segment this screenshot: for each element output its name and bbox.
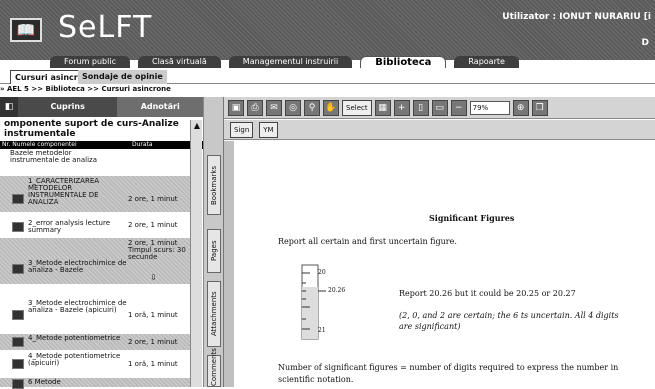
tube-label: 20 [318, 269, 326, 276]
user-sub[interactable]: D [642, 38, 649, 48]
tab-rapoarte[interactable]: Rapoarte [454, 56, 519, 68]
course-title: omponente suport de curs-Analize instrum… [0, 117, 203, 141]
item-duration: 2 ore, 1 minut [128, 195, 178, 203]
item-name: 2_error analysis lecture summary [28, 219, 111, 234]
pdf-side-tabs: Bookmarks Pages Attachments Comments [204, 97, 224, 387]
list-item[interactable]: 6 Metode [0, 378, 190, 389]
print-icon[interactable]: ⎙ [247, 99, 263, 116]
lesson-icon [12, 222, 24, 232]
document-line: (2, 0, and 2 are certain; the 6 ts uncer… [399, 311, 619, 320]
tube-label: 20.26 [328, 287, 346, 294]
subtab-bar: Cursuri asincrone Sondaje de opinie [0, 68, 655, 84]
lesson-icon [12, 379, 24, 389]
item-duration: 2 ore, 1 minut [128, 221, 178, 229]
snapshot-icon[interactable]: ▦ [374, 99, 391, 116]
lesson-icon [12, 337, 24, 347]
select-tool-button[interactable]: Select [342, 99, 372, 116]
pdf-toolbar: ▣ ⎙ ✉ ◎ ⚲ ✋ Select ▦ + ▯ ▭ − 79% ⊕ ❐ [224, 97, 655, 119]
pdf-toolbar-secondary: Sign YM [224, 120, 655, 140]
col-name-header: Nr. Numele componentei [2, 141, 77, 148]
item-name: Bazele metodelor instrumentale de analiz… [10, 149, 98, 164]
tab-adnotari[interactable]: Adnotări [117, 97, 203, 117]
list-item[interactable]: Bazele metodelor instrumentale de analiz… [0, 150, 190, 174]
document-line: scientific notation. [278, 375, 354, 384]
list-item[interactable]: 4_Metode potentiometrice 2 ore, 1 minut [0, 334, 190, 350]
scroll-up-icon[interactable]: ▲ [191, 120, 203, 132]
header-bar: 📖 SeLFT Utilizator : IONUT NURARIU [i D [0, 0, 655, 60]
item-name: 1_CARACTERIZAREA METODELOR INSTRUMENTALE… [28, 177, 100, 206]
zoom-field[interactable]: 79% [469, 100, 510, 115]
email-icon[interactable]: ✉ [266, 99, 282, 116]
list-item[interactable]: 1_CARACTERIZAREA METODELOR INSTRUMENTALE… [0, 176, 190, 212]
fit-width-icon[interactable]: ▭ [431, 99, 448, 116]
tab-biblioteca[interactable]: Biblioteca [360, 56, 447, 68]
sign-button[interactable]: Sign [230, 121, 254, 138]
list-item[interactable]: 3_Metode electrochimice de analiza - Baz… [0, 238, 190, 284]
share-icon[interactable]: ◎ [285, 99, 301, 116]
document-title: Significant Figures [429, 213, 515, 223]
side-tab-comments[interactable]: Comments [207, 348, 221, 387]
item-name: 4_Metode potentiometrice (apicuiri) [28, 352, 121, 367]
item-name: 4_Metode potentiometrice [28, 334, 121, 342]
item-duration: 1 oră, 1 minut [128, 360, 178, 368]
panel-scrollbar[interactable]: ▲ [190, 120, 202, 387]
document-page: Significant Figures Report all certain a… [234, 141, 655, 387]
lesson-icon [12, 264, 24, 274]
column-headers: Nr. Numele componentei Durata [0, 141, 203, 149]
fit-page-icon[interactable]: ▯ [412, 99, 429, 116]
lesson-icon [12, 359, 24, 369]
item-duration: 2 ore, 1 minut Timpul scurs: 30 secunde [128, 239, 186, 261]
pages-icon[interactable]: ❐ [531, 99, 548, 116]
tube-label: 21 [318, 327, 326, 334]
subtab-sondaje-de-opinie[interactable]: Sondaje de opinie [78, 70, 167, 84]
item-name: 6 Metode [28, 378, 61, 386]
main-nav: Forum public Clasă virtuală Managementul… [50, 56, 519, 68]
document-line: Number of significant figures = number o… [278, 363, 619, 372]
zoom-in-icon[interactable]: + [393, 99, 410, 116]
tab-clasa-virtuala[interactable]: Clasă virtuală [137, 56, 221, 68]
side-tab-bookmarks[interactable]: Bookmarks [207, 155, 221, 215]
book-icon: 📖 [10, 18, 42, 42]
list-item[interactable]: 4_Metode potentiometrice (apicuiri) 1 or… [0, 352, 190, 376]
tab-forum-public[interactable]: Forum public [50, 56, 130, 68]
item-duration: 2 ore, 1 minut [128, 338, 178, 346]
user-label: Utilizator : IONUT NURARIU [i [502, 12, 651, 22]
col-duration-header: Durata [132, 141, 153, 148]
list-item[interactable]: 3_Metode electrochimice de analiza - Baz… [0, 298, 190, 328]
side-tab-attachments[interactable]: Attachments [207, 281, 221, 347]
document-line: Report all certain and first uncertain f… [278, 237, 457, 246]
zoom-out-icon[interactable]: − [450, 99, 467, 116]
item-name: 3_Metode electrochimice de analiza - Baz… [28, 259, 127, 274]
ym-icon[interactable]: YM [259, 121, 278, 138]
list-item[interactable]: 2_error analysis lecture summary 2 ore, … [0, 218, 190, 236]
hand-tool-icon[interactable]: ✋ [323, 99, 339, 116]
zoom-plus-icon[interactable]: ⊕ [512, 99, 529, 116]
save-icon[interactable]: ▣ [228, 99, 244, 116]
side-tab-pages[interactable]: Pages [207, 229, 221, 273]
arrow-down-icon: ⇩ [150, 273, 157, 282]
document-line: Report 20.26 but it could be 20.25 or 20… [399, 289, 576, 298]
lesson-icon [12, 194, 24, 204]
app-title: SeLFT [58, 10, 153, 45]
item-duration: 1 oră, 1 minut [128, 311, 178, 319]
item-name: 3_Metode electrochimice de analiza - Baz… [28, 299, 127, 314]
lesson-icon [12, 310, 24, 320]
collapse-icon[interactable]: ◧ [0, 97, 18, 117]
tab-cuprins[interactable]: Cuprins [17, 97, 118, 117]
tab-managementul-instruirii[interactable]: Managementul instruirii [228, 56, 353, 68]
document-line: are significant) [399, 322, 461, 331]
panel-header: ◧ Cuprins Adnotări [0, 97, 203, 117]
find-icon[interactable]: ⚲ [304, 99, 320, 116]
breadcrumb[interactable]: » AEL 5 >> Biblioteca >> Cursuri asincro… [0, 85, 171, 95]
